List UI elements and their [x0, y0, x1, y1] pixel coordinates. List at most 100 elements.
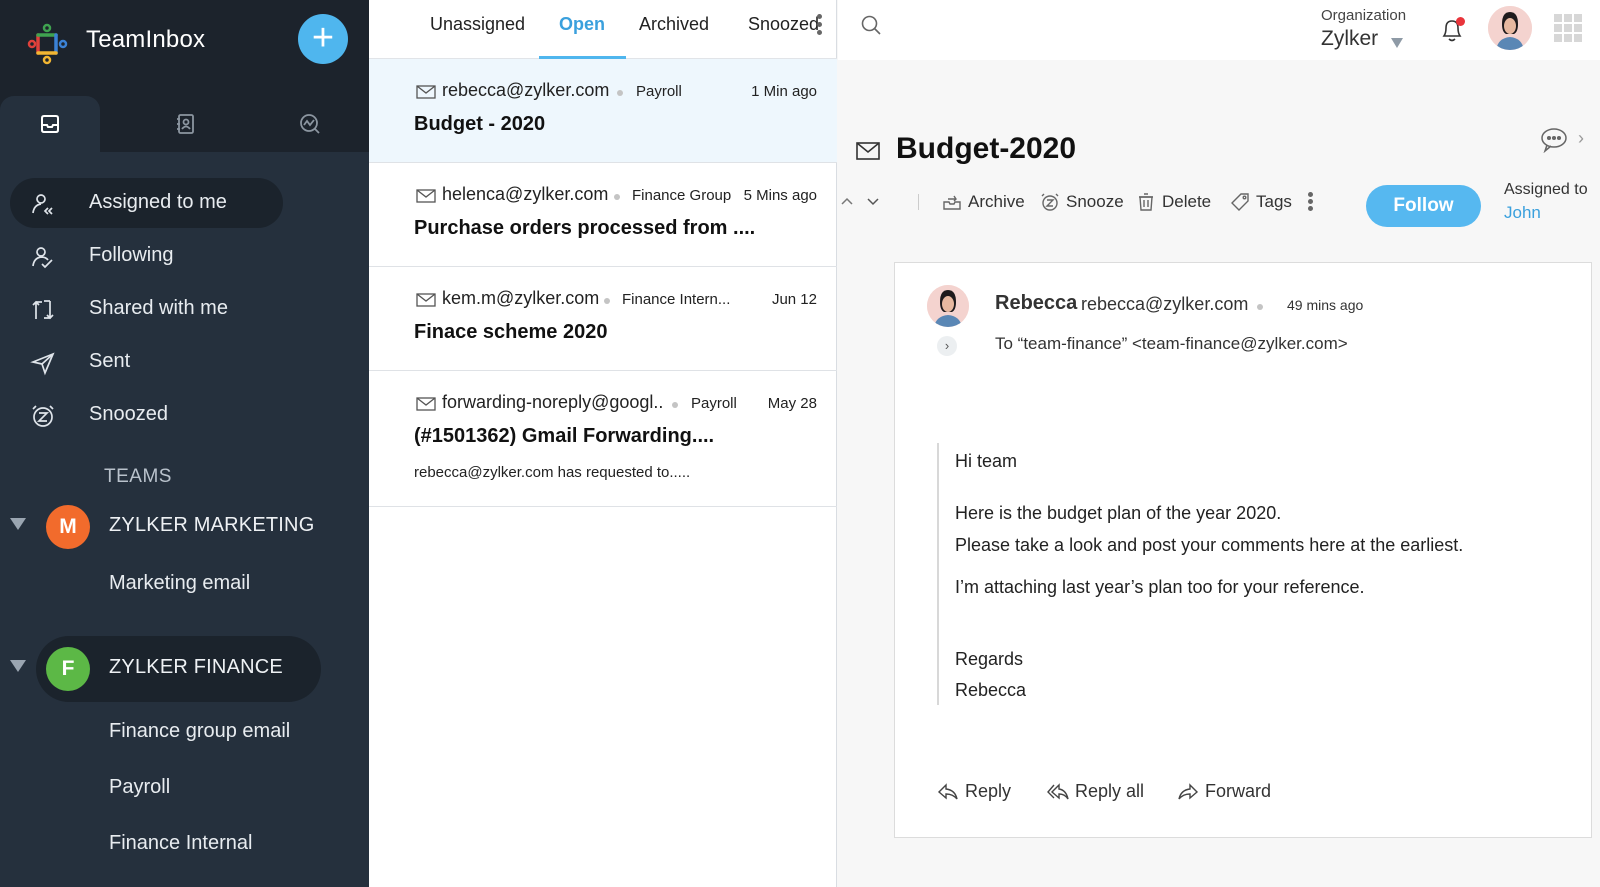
delete-label: Delete: [1162, 192, 1212, 211]
sidebar-item-shared-with-me[interactable]: Shared with me: [10, 284, 283, 334]
team-channel-marketing-email[interactable]: Marketing email: [0, 558, 360, 614]
mail-icon: [416, 293, 436, 307]
sidebar-item-sent[interactable]: Sent: [10, 337, 283, 387]
mail-list-item[interactable]: forwarding-noreply@googl.. Payroll May 2…: [369, 371, 837, 507]
top-header: Organization Zylker: [838, 0, 1600, 60]
sidebar-nav: Assigned to me Following Shared with me: [10, 178, 360, 443]
body-regards: Regards: [955, 649, 1024, 669]
toolbar-divider: [918, 194, 919, 210]
sidebar-item-assigned-to-me[interactable]: Assigned to me: [10, 178, 283, 228]
delete-button[interactable]: Delete: [1136, 188, 1211, 216]
sidebar-item-following[interactable]: Following: [10, 231, 283, 281]
team-zylker-finance: F ZYLKER FINANCE Finance group email Pay…: [0, 636, 360, 874]
tab-snoozed[interactable]: Snoozed: [748, 14, 819, 35]
body-line: I’m attaching last year’s plan too for y…: [955, 577, 1365, 597]
mail-toolbar: Archive Snooze Delete Tags: [838, 188, 1338, 218]
collapse-caret-icon[interactable]: [10, 518, 26, 530]
mail-sender: rebecca@zylker.com: [442, 80, 610, 100]
separator-dot: [672, 402, 678, 408]
user-avatar[interactable]: [1488, 6, 1532, 50]
previous-mail-icon[interactable]: [840, 194, 854, 208]
snooze-clock-icon: [32, 405, 54, 427]
mail-list-item[interactable]: helenca@zylker.com Finance Group 5 Mins …: [369, 163, 837, 267]
notification-badge: [1456, 17, 1465, 26]
mail-sender: helenca@zylker.com: [442, 184, 609, 204]
module-tab-inbox[interactable]: [0, 96, 100, 152]
team-header-marketing[interactable]: M ZYLKER MARKETING: [0, 494, 360, 558]
team-channel-payroll[interactable]: Payroll: [0, 762, 360, 818]
mail-time: Jun 12: [771, 291, 817, 308]
following-user-icon: [32, 247, 53, 269]
app-switcher-grid-icon[interactable]: [1554, 14, 1582, 42]
mail-preview: rebecca@zylker.com has requested to.....: [414, 464, 691, 481]
sidebar: TeamInbox + Assigned to me Following Sha…: [0, 0, 369, 887]
chevron-right-icon[interactable]: ›: [1578, 128, 1584, 149]
archive-icon: [943, 195, 961, 210]
separator-dot: [1257, 304, 1263, 310]
more-tabs-icon[interactable]: [817, 14, 823, 36]
archive-label: Archive: [968, 192, 1025, 211]
mail-icon: [416, 189, 436, 203]
module-tab-analytics[interactable]: [260, 96, 360, 152]
team-avatar: F: [46, 647, 90, 691]
collapse-caret-icon[interactable]: [10, 660, 26, 672]
assignee-link[interactable]: John: [1504, 203, 1541, 223]
tab-open[interactable]: Open: [559, 14, 605, 35]
assigned-user-icon: [32, 194, 53, 215]
mail-detail-pane: Budget-2020 › Archive Snooze Delete Tags…: [838, 60, 1600, 887]
archive-button[interactable]: Archive: [942, 188, 1025, 216]
organization-selector[interactable]: Zylker: [1321, 27, 1378, 51]
more-actions-icon[interactable]: [1308, 192, 1314, 214]
team-channel-label: Finance Internal: [109, 832, 253, 854]
snooze-button[interactable]: Snooze: [1040, 188, 1124, 216]
module-tab-contacts[interactable]: [135, 96, 235, 152]
mail-list-pane: Unassigned Open Archived Snoozed rebecca…: [369, 0, 837, 887]
assigned-to-label: Assigned to: [1504, 181, 1588, 198]
sidebar-header: TeamInbox +: [0, 0, 369, 152]
sender-name: Rebecca: [995, 292, 1078, 314]
compose-button[interactable]: +: [298, 14, 348, 64]
shared-arrows-icon: [32, 300, 54, 320]
forward-button[interactable]: Forward: [1177, 781, 1271, 802]
chevron-down-icon[interactable]: [1391, 38, 1403, 48]
comments-icon[interactable]: [1540, 127, 1568, 153]
reply-icon: [937, 782, 958, 800]
mail-subject: Finace scheme 2020: [414, 321, 608, 343]
team-header-finance[interactable]: F ZYLKER FINANCE: [0, 636, 360, 702]
sidebar-item-label: Snoozed: [89, 403, 168, 425]
message-actions: Reply Reply all Forward: [937, 781, 1437, 811]
send-icon: [30, 352, 55, 376]
reply-label: Reply: [965, 781, 1012, 801]
tags-button[interactable]: Tags: [1230, 188, 1292, 216]
next-mail-icon[interactable]: [866, 194, 880, 208]
contacts-book-icon: [177, 114, 194, 134]
status-tabs: Unassigned Open Archived Snoozed: [369, 0, 837, 59]
mail-icon: [416, 85, 436, 99]
snooze-label: Snooze: [1066, 192, 1124, 211]
analytics-search-icon: [300, 114, 320, 134]
sender-photo-icon: [927, 285, 969, 327]
team-channel-finance-internal[interactable]: Finance Internal: [0, 818, 360, 874]
team-channel-label: Finance group email: [109, 720, 291, 742]
team-channel-label: Marketing email: [109, 572, 251, 594]
mail-time: 5 Mins ago: [743, 187, 817, 204]
reply-button[interactable]: Reply: [937, 781, 1011, 802]
teaminbox-logo-icon: [27, 23, 68, 65]
tag-icon: [1231, 193, 1249, 211]
follow-button[interactable]: Follow: [1366, 185, 1481, 227]
mail-list-item[interactable]: kem.m@zylker.com Finance Intern... Jun 1…: [369, 267, 837, 371]
team-name: ZYLKER FINANCE: [109, 656, 283, 678]
mail-list-item[interactable]: rebecca@zylker.com Payroll 1 Min ago Bud…: [369, 59, 837, 163]
search-icon[interactable]: [860, 14, 882, 36]
tab-unassigned[interactable]: Unassigned: [430, 14, 525, 35]
mail-time: May 28: [767, 395, 817, 412]
team-zylker-marketing: M ZYLKER MARKETING Marketing email: [0, 494, 360, 614]
team-channel-finance-group-email[interactable]: Finance group email: [0, 706, 360, 762]
reply-all-label: Reply all: [1075, 781, 1145, 801]
reply-all-button[interactable]: Reply all: [1047, 781, 1144, 802]
tab-archived[interactable]: Archived: [639, 14, 709, 35]
sidebar-item-snoozed[interactable]: Snoozed: [10, 390, 283, 440]
body-line: Please take a look and post your comment…: [955, 535, 1464, 555]
expand-recipients-button[interactable]: ›: [937, 336, 957, 356]
user-photo-icon: [1488, 6, 1532, 50]
